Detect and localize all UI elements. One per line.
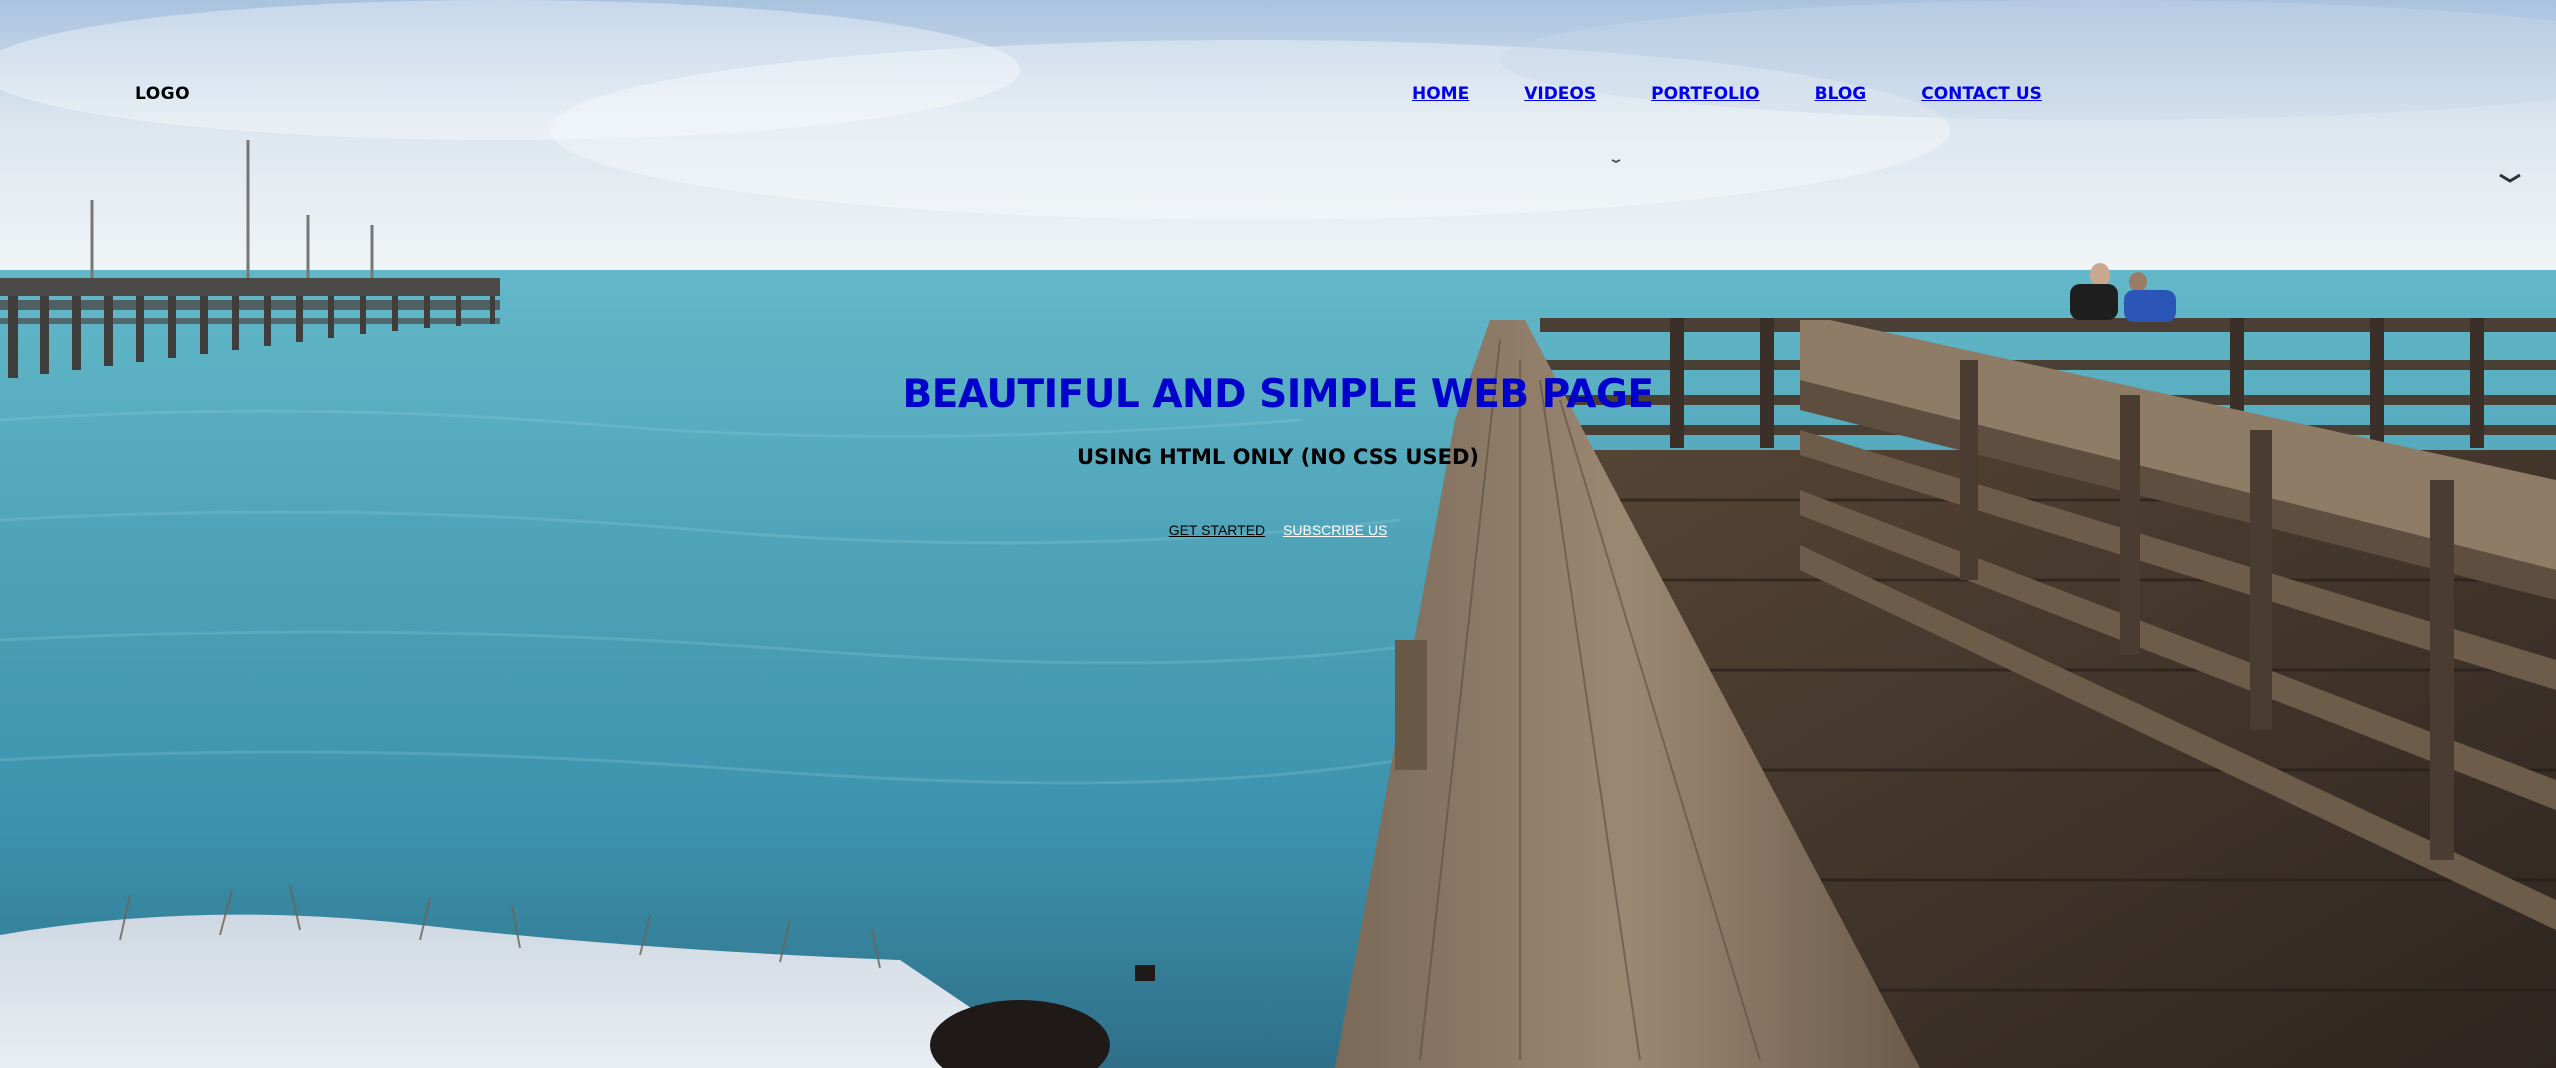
hero-cta-group: GET STARTED SUBSCRIBE US	[0, 522, 2556, 538]
nav-videos-link[interactable]: VIDEOS	[1524, 84, 1596, 104]
nav-home-link[interactable]: HOME	[1412, 84, 1469, 104]
logo[interactable]: LOGO	[135, 84, 190, 104]
hero-subtitle: USING HTML ONLY (NO CSS USED)	[1077, 445, 1479, 469]
nav-portfolio-link[interactable]: PORTFOLIO	[1651, 84, 1760, 104]
nav-blog-link[interactable]: BLOG	[1815, 84, 1867, 104]
main-nav: HOME VIDEOS PORTFOLIO BLOG CONTACT US	[1412, 84, 2097, 104]
get-started-link[interactable]: GET STARTED	[1169, 522, 1265, 538]
subscribe-link[interactable]: SUBSCRIBE US	[1283, 522, 1387, 538]
hero-title: BEAUTIFUL AND SIMPLE WEB PAGE	[902, 372, 1654, 417]
nav-contact-us-link[interactable]: CONTACT US	[1921, 84, 2042, 104]
